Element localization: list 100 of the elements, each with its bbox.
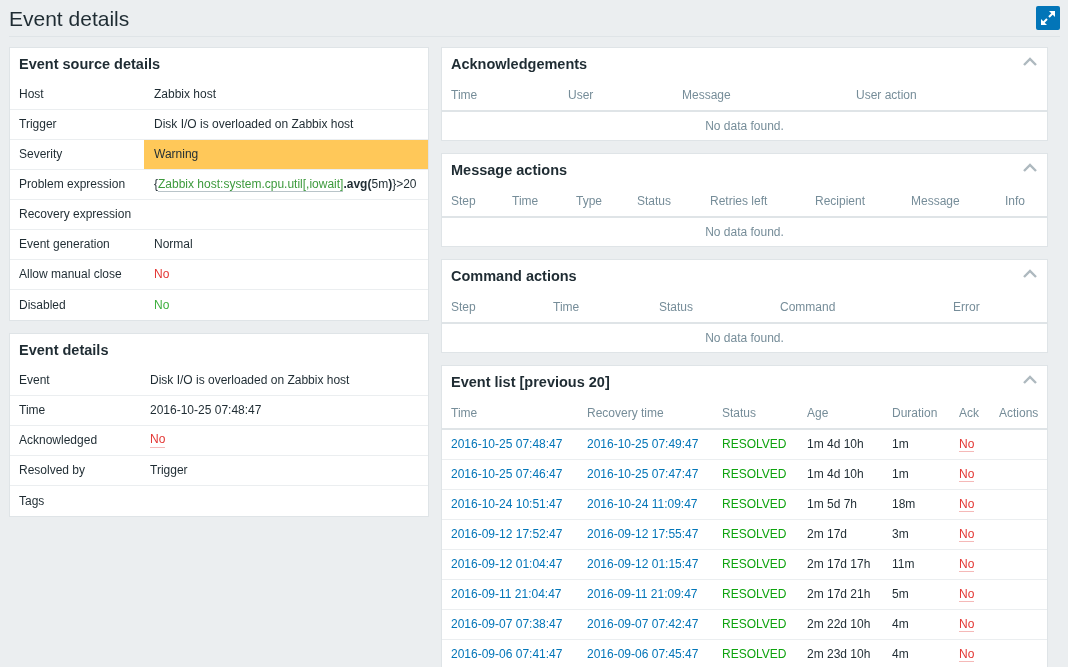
recovery-time-link[interactable]: 2016-09-12 01:15:47 <box>587 556 699 571</box>
field-label: Event <box>19 373 50 388</box>
acknowledge-link[interactable]: No <box>959 646 975 662</box>
acknowledge-link[interactable]: No <box>959 616 975 632</box>
field-value: Zabbix host <box>154 87 217 102</box>
column-header: Time <box>553 299 580 314</box>
age-text: 2m 22d 10h <box>807 616 871 631</box>
column-header: Status <box>637 193 672 208</box>
flag-value: No <box>154 267 170 282</box>
column-header: Info <box>1005 193 1025 208</box>
column-header: User action <box>856 87 917 102</box>
chevron-up-icon[interactable] <box>1023 162 1037 172</box>
recovery-time-link[interactable]: 2016-09-12 17:55:47 <box>587 526 699 541</box>
field-label: Tags <box>19 493 45 509</box>
duration-text: 11m <box>892 556 915 571</box>
duration-text: 3m <box>892 526 909 541</box>
empty-message: No data found. <box>705 224 784 239</box>
column-header: Time <box>451 87 478 102</box>
age-text: 1m 4d 10h <box>807 437 864 452</box>
card-title: Event list [previous 20] <box>451 374 610 390</box>
card-title: Event source details <box>19 56 161 72</box>
acknowledge-link[interactable]: No <box>150 433 166 448</box>
column-header: Step <box>451 193 476 208</box>
field-label: Trigger <box>19 117 57 132</box>
field-label: Severity <box>19 147 63 162</box>
duration-text: 4m <box>892 646 909 661</box>
acknowledge-link[interactable]: No <box>959 437 975 453</box>
event-time-link[interactable]: 2016-09-06 07:41:47 <box>451 646 563 661</box>
column-header: Status <box>722 405 757 420</box>
field-label: Problem expression <box>19 177 126 192</box>
column-header: Retries left <box>710 193 768 208</box>
acknowledge-link[interactable]: No <box>959 526 975 542</box>
field-label: Recovery expression <box>19 207 132 222</box>
field-label: Acknowledged <box>19 433 98 448</box>
field-value: Normal <box>154 237 193 252</box>
event-time-link[interactable]: 2016-09-12 17:52:47 <box>451 526 563 541</box>
column-header: Actions <box>999 405 1039 420</box>
status-text: RESOLVED <box>722 496 787 511</box>
chevron-up-icon[interactable] <box>1023 374 1037 384</box>
column-header: Error <box>953 299 980 314</box>
column-header: Type <box>576 193 602 208</box>
age-text: 2m 23d 10h <box>807 646 871 661</box>
status-text: RESOLVED <box>722 586 787 601</box>
recovery-time-link[interactable]: 2016-09-11 21:09:47 <box>587 586 698 601</box>
status-text: RESOLVED <box>722 466 787 481</box>
event-time-link[interactable]: 2016-09-07 07:38:47 <box>451 616 563 631</box>
age-text: 2m 17d 21h <box>807 586 871 601</box>
column-header: Recovery time <box>587 405 664 420</box>
diagonal-arrows-icon <box>1041 11 1055 25</box>
duration-text: 1m <box>892 466 909 481</box>
acknowledge-link[interactable]: No <box>959 556 975 572</box>
column-header: Time <box>512 193 539 208</box>
column-header: Status <box>659 299 694 314</box>
column-header: Duration <box>892 405 938 420</box>
event-time-link[interactable]: 2016-10-24 10:51:47 <box>451 496 563 511</box>
column-header: Message <box>682 87 731 102</box>
column-header: Step <box>451 299 476 314</box>
chevron-up-icon[interactable] <box>1023 268 1037 278</box>
card-title: Acknowledgements <box>451 56 588 72</box>
event-time-link[interactable]: 2016-09-12 01:04:47 <box>451 556 563 571</box>
severity-value: Warning <box>144 140 428 169</box>
field-label: Disabled <box>19 297 66 313</box>
problem-expression: {Zabbix host:system.cpu.util[,iowait].avg(5m)}>20 <box>154 177 417 192</box>
status-text: RESOLVED <box>722 526 787 541</box>
item-link[interactable]: Zabbix host:system.cpu.util[,iowait] <box>158 177 344 193</box>
acknowledge-link[interactable]: No <box>959 586 975 602</box>
column-header: Recipient <box>815 193 866 208</box>
field-label: Host <box>19 87 44 102</box>
chevron-up-icon[interactable] <box>1023 56 1037 66</box>
field-value: Disk I/O is overloaded on Zabbix host <box>154 117 354 132</box>
event-time-link[interactable]: 2016-10-25 07:46:47 <box>451 466 563 481</box>
card-title: Message actions <box>451 162 568 178</box>
fullscreen-button[interactable] <box>1036 6 1060 30</box>
empty-message: No data found. <box>705 118 784 133</box>
field-label: Time <box>19 403 46 418</box>
recovery-time-link[interactable]: 2016-09-07 07:42:47 <box>587 616 699 631</box>
field-label: Allow manual close <box>19 267 122 282</box>
recovery-time-link[interactable]: 2016-10-25 07:47:47 <box>587 466 699 481</box>
status-text: RESOLVED <box>722 646 787 661</box>
flag-value: No <box>154 297 170 313</box>
event-time-link[interactable]: 2016-10-25 07:48:47 <box>451 437 563 452</box>
status-text: RESOLVED <box>722 437 787 452</box>
acknowledge-link[interactable]: No <box>959 466 975 482</box>
column-header: Age <box>807 405 829 420</box>
column-header: Time <box>451 405 478 420</box>
age-text: 2m 17d <box>807 526 848 541</box>
recovery-time-link[interactable]: 2016-10-24 11:09:47 <box>587 496 698 511</box>
acknowledge-link[interactable]: No <box>959 496 975 512</box>
column-header: User <box>568 87 594 102</box>
recovery-time-link[interactable]: 2016-09-06 07:45:47 <box>587 646 699 661</box>
event-time-link[interactable]: 2016-09-11 21:04:47 <box>451 586 562 601</box>
duration-text: 5m <box>892 586 909 601</box>
age-text: 1m 5d 7h <box>807 496 858 511</box>
age-text: 1m 4d 10h <box>807 466 864 481</box>
recovery-time-link[interactable]: 2016-10-25 07:49:47 <box>587 437 699 452</box>
duration-text: 4m <box>892 616 909 631</box>
page-title: Event details <box>9 7 130 29</box>
age-text: 2m 17d 17h <box>807 556 871 571</box>
card-title: Command actions <box>451 268 577 284</box>
field-label: Resolved by <box>19 463 86 478</box>
